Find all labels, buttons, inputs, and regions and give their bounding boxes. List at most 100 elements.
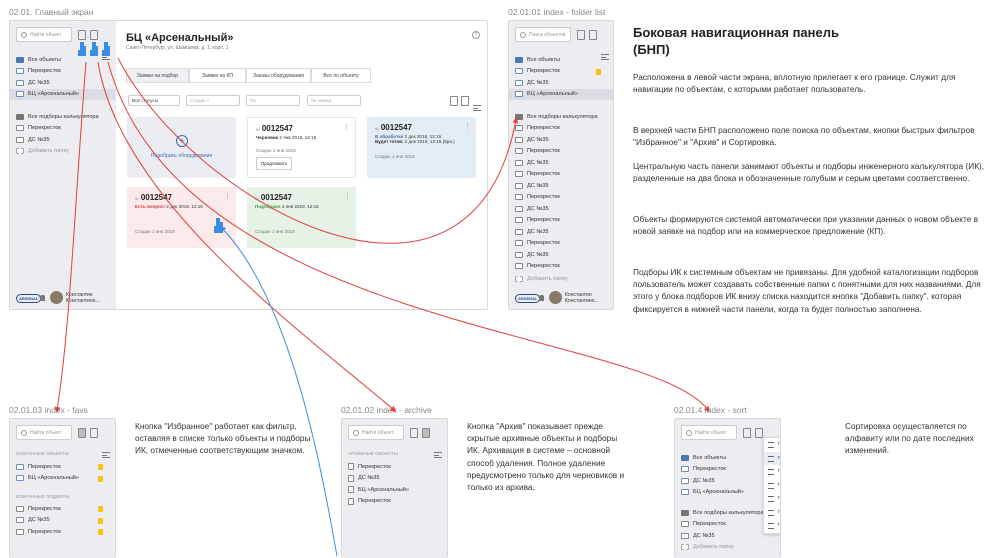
info-paragraph-3: Центральную часть панели занимают объект… [633, 161, 985, 184]
calc-item[interactable]: ДС №35 [509, 203, 613, 215]
sidebar-item-all[interactable]: Все объекты [509, 54, 613, 66]
folder-icon [515, 263, 523, 270]
archive-item[interactable]: БЦ «Арсенальный» [342, 484, 447, 496]
favorite-toggle[interactable] [450, 96, 458, 106]
bell-icon[interactable] [40, 295, 45, 301]
search-input[interactable]: Найти объект [681, 425, 737, 440]
calc-item[interactable]: Перекресток [10, 123, 116, 135]
calc-header[interactable]: Все подборы калькулятора [509, 111, 613, 123]
calc-item[interactable]: Перекресток [509, 261, 613, 273]
archive-filter-button[interactable] [90, 428, 98, 438]
calc-item[interactable]: ДС №35 [10, 134, 116, 146]
avatar[interactable] [549, 291, 562, 304]
archive-filter-button[interactable] [589, 30, 597, 40]
sort-option-selected[interactable]: По актуальности [764, 451, 780, 465]
user-name[interactable]: Константин Константино... [565, 292, 609, 304]
number-search[interactable]: № заявки [307, 95, 361, 106]
sidebar-item[interactable]: Перекресток [10, 66, 116, 78]
tab-all[interactable]: Все по объекту [311, 68, 371, 83]
archive-filter-button-active[interactable] [422, 428, 430, 438]
sort-button[interactable] [102, 452, 110, 458]
more-icon[interactable]: ⋮ [343, 124, 350, 131]
more-icon[interactable]: ⋮ [464, 123, 471, 130]
folder-icon [16, 517, 24, 524]
favorites-filter-button[interactable] [78, 30, 86, 40]
archive-filter-button[interactable] [90, 30, 98, 40]
favorite-icon[interactable] [596, 68, 601, 75]
add-folder-button[interactable]: Добавить папку [675, 542, 780, 554]
favorites-filter-button[interactable] [743, 428, 751, 438]
calc-item[interactable]: ДС №35 [509, 157, 613, 169]
favorite-icon[interactable] [98, 464, 103, 470]
sort-button[interactable] [473, 105, 481, 111]
avatar[interactable] [50, 291, 63, 304]
archive-toggle[interactable] [461, 96, 469, 106]
archive-item[interactable]: ДС №35 [342, 473, 447, 485]
archive-filter-button[interactable] [755, 428, 763, 438]
more-icon[interactable]: ⋮ [344, 193, 351, 200]
calc-item[interactable]: Перекресток [509, 123, 613, 135]
calc-item[interactable]: Перекресток [509, 238, 613, 250]
calc-item[interactable]: ДС №35 [509, 226, 613, 238]
more-icon[interactable]: ⋮ [224, 193, 231, 200]
fav-item[interactable]: ДС №35 [10, 515, 115, 527]
continue-button[interactable]: Продолжить [256, 157, 293, 170]
date-to[interactable]: По [246, 95, 300, 106]
sort-option[interactable]: По дате [764, 492, 780, 506]
favorites-filter-button[interactable] [577, 30, 585, 40]
status-filter[interactable]: Все статусы [128, 95, 180, 106]
sidebar-item-selected[interactable]: БЦ «Арсенальный» [10, 88, 116, 100]
archive-item[interactable]: Перекресток [342, 461, 447, 473]
folder-icon [515, 240, 523, 247]
add-folder-button[interactable]: Добавить папку [509, 273, 568, 285]
sidebar-item[interactable]: ДС №35 [10, 77, 116, 89]
archive-item[interactable]: Перекресток [342, 496, 447, 508]
sidebar-item-all[interactable]: Все объекты [10, 54, 116, 66]
sidebar-item[interactable]: Перекресток [509, 66, 613, 78]
fav-item[interactable]: БЦ «Арсенальный» [10, 473, 115, 485]
favorite-icon[interactable] [98, 529, 103, 535]
calc-item[interactable]: ДС №35 [509, 249, 613, 261]
sort-option[interactable]: По актуальности [764, 438, 780, 452]
sort-option[interactable]: По названию [764, 506, 780, 520]
date-from[interactable]: Создан с [186, 95, 240, 106]
request-card-draft[interactable]: № 0012547 ⋮ Черновик 2 янв 2019, 12:15 Со… [247, 117, 356, 178]
fav-item[interactable]: Перекресток [10, 526, 115, 538]
favorites-filter-button-active[interactable] [78, 428, 86, 438]
calc-item[interactable]: ДС №35 [509, 180, 613, 192]
favorites-filter-button[interactable] [410, 428, 418, 438]
search-input[interactable]: Найти объект [16, 27, 72, 42]
fav-item[interactable]: Перекресток [10, 461, 115, 473]
fav-item[interactable]: Перекресток [10, 503, 115, 515]
tab-orders[interactable]: Заказы оборудования [246, 68, 311, 83]
favorite-icon[interactable] [98, 475, 103, 482]
search-input[interactable]: Найти объект [16, 425, 72, 440]
request-card-processing[interactable]: № 0012547 ⋮ В обработке 2 дек 2019, 12:15… [367, 117, 476, 178]
calc-item[interactable]: Перекресток [509, 215, 613, 227]
search-input[interactable]: Найти объект [348, 425, 404, 440]
sort-option[interactable]: По названию [764, 519, 780, 533]
user-name[interactable]: Константин Константино... [66, 292, 110, 304]
favorite-icon[interactable] [98, 506, 103, 512]
search-input[interactable]: Поиск объектов [515, 27, 571, 42]
sidebar-item[interactable]: ДС №35 [509, 77, 613, 89]
logo: ARSENAL [515, 294, 541, 303]
sort-option[interactable]: По дате [764, 479, 780, 493]
help-icon[interactable]: ? [472, 31, 480, 39]
calc-item[interactable]: Перекресток [509, 146, 613, 158]
sort-button[interactable] [434, 452, 442, 458]
calc-item[interactable]: Перекресток [509, 192, 613, 204]
add-folder-button[interactable]: Добавить папку [10, 146, 116, 158]
add-equipment-card[interactable]: + Подобрать оборудование [127, 117, 236, 178]
calc-item[interactable]: ДС №35 [509, 134, 613, 146]
calc-item[interactable]: Перекресток [509, 169, 613, 181]
favorite-icon[interactable] [98, 517, 103, 524]
request-card-done[interactable]: № 0012547 ⋮ Подобрано 2 янв 2019, 12:15 С… [247, 187, 356, 248]
sort-option[interactable]: По актуальности [764, 465, 780, 479]
request-card-question[interactable]: № 0012547 ⋮ Есть вопрос! 2 дек 2019, 12:1… [127, 187, 236, 248]
tab-kp[interactable]: Заявки на КП [189, 68, 246, 83]
bell-icon[interactable] [539, 295, 544, 301]
sidebar-item-selected[interactable]: БЦ «Арсенальный» [509, 88, 613, 100]
calc-header[interactable]: Все подборы калькулятора [10, 111, 116, 123]
tab-requests[interactable]: Заявки на подбор [126, 68, 189, 83]
